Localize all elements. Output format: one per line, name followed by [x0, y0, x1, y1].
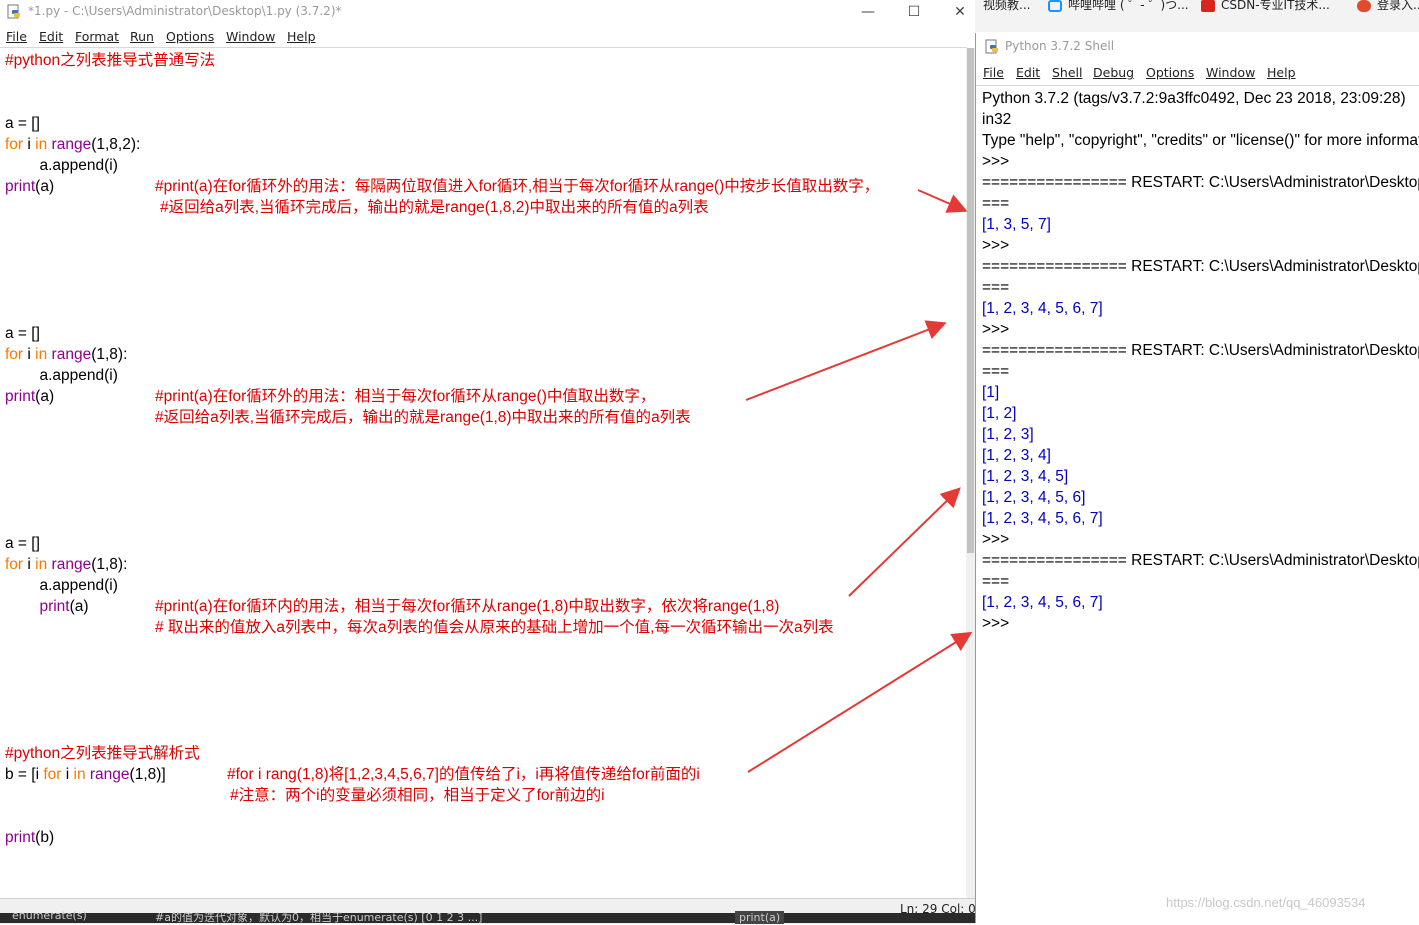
- code-line: a = []: [5, 115, 40, 132]
- menu-help[interactable]: Help: [287, 29, 316, 44]
- shell-line: >>>: [982, 615, 1014, 632]
- menu-divider: [976, 85, 1419, 86]
- editor-window: *1.py - C:\Users\Administrator\Desktop\1…: [0, 0, 976, 924]
- code-comment: #for i rang(1,8)将[1,2,3,4,5,6,7]的值传给了i，i…: [227, 766, 700, 783]
- menu-help[interactable]: Help: [1267, 65, 1296, 80]
- menu-format[interactable]: Format: [75, 29, 119, 44]
- shell-line: Type "help", "copyright", "credits" or "…: [982, 132, 1419, 149]
- shell-line: ================ RESTART: C:\Users\Admin…: [982, 342, 1419, 359]
- csdn-icon: [1201, 0, 1215, 12]
- shell-line: [1, 2, 3, 4, 5]: [982, 468, 1069, 485]
- shell-line: [1, 2, 3, 4, 5, 6]: [982, 489, 1086, 506]
- shell-line: >>>: [982, 531, 1014, 548]
- code-line: for i in range(1,8):: [5, 556, 128, 573]
- shell-line: [1, 2, 3, 4, 5, 6, 7]: [982, 594, 1103, 611]
- menu-shell[interactable]: Shell: [1052, 65, 1083, 80]
- code-line: b = [i for i in range(1,8)]: [5, 766, 166, 783]
- menu-debug[interactable]: Debug: [1093, 65, 1134, 80]
- shell-line: ===: [982, 279, 1010, 296]
- menu-edit[interactable]: Edit: [39, 29, 63, 44]
- shell-line: in32: [982, 111, 1012, 128]
- code-line: for i in range(1,8):: [5, 346, 128, 363]
- code-comment: #注意：两个i的变量必须相同，相当于定义了for前边的i: [230, 787, 605, 804]
- code-comment: #print(a)在for循环外的用法：每隔两位取值进入for循环,相当于每次f…: [155, 178, 880, 195]
- code-line: print(b): [5, 829, 55, 846]
- bookmark-item[interactable]: CSDN-专业IT技术...: [1201, 0, 1330, 12]
- bookmark-item[interactable]: 视频教...: [983, 0, 1030, 12]
- shell-line: >>>: [982, 237, 1014, 254]
- shell-line: [1, 2, 3, 4, 5, 6, 7]: [982, 300, 1103, 317]
- bookmark-item[interactable]: 登录入...: [1357, 0, 1419, 12]
- code-comment: #返回给a列表,当循环完成后，输出的就是range(1,8)中取出来的所有值的a…: [155, 409, 691, 426]
- shell-menu-bar: File Edit Shell Debug Options Window Hel…: [976, 65, 1419, 85]
- code-line: a.append(i): [5, 577, 118, 594]
- shell-line: [1, 2, 3, 4, 5, 6, 7]: [982, 510, 1103, 527]
- browser-bookmark-bar: 视频教... 哔哩哔哩 ( ゜- ゜)つ... CSDN-专业IT技术... 登…: [975, 0, 1419, 32]
- menu-file[interactable]: File: [983, 65, 1004, 80]
- code-line: a = []: [5, 535, 40, 552]
- shell-line: ===: [982, 573, 1010, 590]
- shell-line: ================ RESTART: C:\Users\Admin…: [982, 258, 1419, 275]
- code-comment: #print(a)在for循环外的用法：相当于每次for循环从range()中值…: [155, 388, 656, 405]
- strip-text: print(a): [735, 911, 785, 924]
- minimize-icon[interactable]: —: [845, 0, 891, 25]
- code-line: for i in range(1,8,2):: [5, 136, 141, 153]
- python-file-icon: [7, 4, 20, 19]
- shell-line: >>>: [982, 153, 1014, 170]
- login-icon: [1357, 0, 1371, 12]
- code-line: a.append(i): [5, 157, 118, 174]
- shell-line: [1]: [982, 384, 1000, 401]
- menu-window[interactable]: Window: [226, 29, 275, 44]
- bilibili-icon: [1048, 0, 1062, 12]
- maximize-icon[interactable]: ☐: [891, 0, 937, 25]
- menu-run[interactable]: Run: [130, 29, 154, 44]
- comment-heading: #python之列表推导式解析式: [5, 745, 200, 762]
- shell-title-bar[interactable]: Python 3.7.2 Shell: [976, 33, 1419, 61]
- shell-line: ================ RESTART: C:\Users\Admin…: [982, 174, 1419, 191]
- shell-line: [1, 2, 3, 4]: [982, 447, 1051, 464]
- shell-window: Python 3.7.2 Shell File Edit Shell Debug…: [975, 33, 1419, 923]
- shell-line: Python 3.7.2 (tags/v3.7.2:9a3ffc0492, De…: [982, 90, 1406, 107]
- menu-edit[interactable]: Edit: [1016, 65, 1040, 80]
- bookmark-item[interactable]: 哔哩哔哩 ( ゜- ゜)つ...: [1048, 0, 1189, 12]
- code-line: print(a): [39, 598, 89, 615]
- watermark: https://blog.csdn.net/qq_46093534: [1166, 895, 1366, 910]
- menu-options[interactable]: Options: [166, 29, 214, 44]
- code-editor[interactable]: #python之列表推导式普通写法 a = [] for i in range(…: [0, 48, 966, 896]
- shell-line: [1, 2, 3]: [982, 426, 1034, 443]
- menu-file[interactable]: File: [6, 29, 27, 44]
- python-shell-icon: [985, 39, 998, 54]
- menu-options[interactable]: Options: [1146, 65, 1194, 80]
- code-line: a = []: [5, 325, 40, 342]
- code-line: a.append(i): [5, 367, 118, 384]
- shell-line: [1, 2]: [982, 405, 1017, 422]
- code-comment: #print(a)在for循环内的用法，相当于每次for循环从range(1,8…: [155, 598, 780, 615]
- comment-heading: #python之列表推导式普通写法: [5, 52, 216, 69]
- shell-line: >>>: [982, 321, 1014, 338]
- shell-line: ===: [982, 195, 1010, 212]
- editor-menu-bar: File Edit Format Run Options Window Help: [0, 27, 975, 47]
- shell-line: ===: [982, 363, 1010, 380]
- menu-window[interactable]: Window: [1206, 65, 1255, 80]
- code-line: print(a): [5, 178, 55, 195]
- code-comment: #返回给a列表,当循环完成后，输出的就是range(1,8,2)中取出来的所有值…: [160, 199, 709, 216]
- editor-scrollbar-thumb[interactable]: [967, 48, 974, 553]
- strip-text: enumerate(s): [12, 909, 87, 922]
- code-comment: # 取出来的值放入a列表中，每次a列表的值会从原来的基础上增加一个值,每一次循环…: [155, 619, 834, 636]
- shell-title: Python 3.7.2 Shell: [1005, 39, 1115, 53]
- background-window-strip: enumerate(s) #a的值为迭代对象，默认为0，相当于enumerate…: [0, 909, 975, 924]
- shell-line: [1, 3, 5, 7]: [982, 216, 1051, 233]
- code-line: print(a): [5, 388, 55, 405]
- editor-title-bar[interactable]: *1.py - C:\Users\Administrator\Desktop\1…: [0, 0, 975, 25]
- shell-line: ================ RESTART: C:\Users\Admin…: [982, 552, 1419, 569]
- editor-title: *1.py - C:\Users\Administrator\Desktop\1…: [28, 4, 342, 18]
